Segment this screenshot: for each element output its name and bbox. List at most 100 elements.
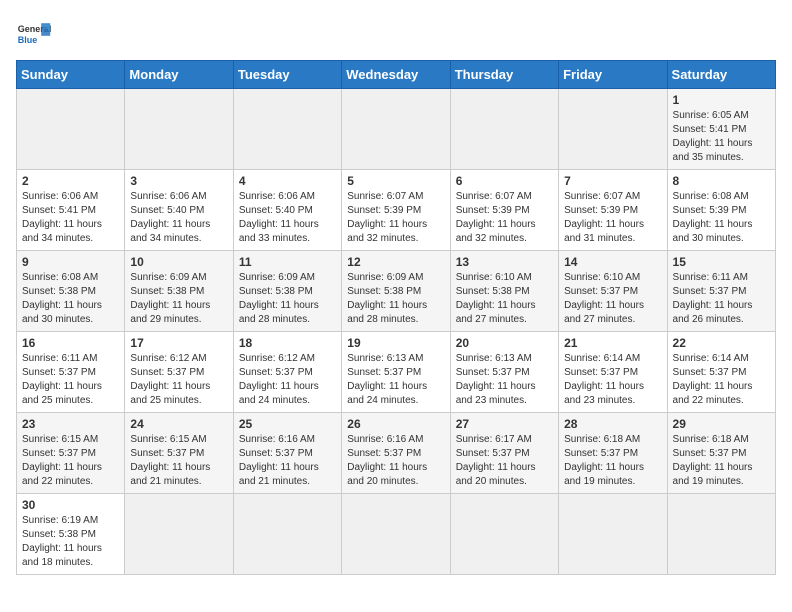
svg-text:Blue: Blue [18,35,38,45]
day-number: 15 [673,255,770,269]
calendar-header-row: SundayMondayTuesdayWednesdayThursdayFrid… [17,61,776,89]
calendar-cell [233,494,341,575]
day-info: Sunrise: 6:06 AM Sunset: 5:40 PM Dayligh… [239,190,336,246]
col-header-friday: Friday [559,61,667,89]
logo-icon: General Blue [16,16,52,52]
day-info: Sunrise: 6:12 AM Sunset: 5:37 PM Dayligh… [239,352,336,408]
day-info: Sunrise: 6:18 AM Sunset: 5:37 PM Dayligh… [673,433,770,489]
day-info: Sunrise: 6:12 AM Sunset: 5:37 PM Dayligh… [130,352,227,408]
calendar-table: SundayMondayTuesdayWednesdayThursdayFrid… [16,60,776,575]
day-info: Sunrise: 6:16 AM Sunset: 5:37 PM Dayligh… [239,433,336,489]
calendar-cell [450,89,558,170]
day-number: 29 [673,417,770,431]
calendar-cell: 9Sunrise: 6:08 AM Sunset: 5:38 PM Daylig… [17,251,125,332]
calendar-cell [450,494,558,575]
calendar-cell: 4 Sunrise: 6:06 AM Sunset: 5:40 PM Daylig… [233,170,341,251]
calendar-cell [125,89,233,170]
calendar-cell: 20 Sunrise: 6:13 AM Sunset: 5:37 PM Dayli… [450,332,558,413]
day-number: 28 [564,417,661,431]
day-info: Sunrise: 6:18 AM Sunset: 5:37 PM Dayligh… [564,433,661,489]
day-info: Sunrise: 6:15 AM Sunset: 5:37 PM Dayligh… [22,433,119,489]
calendar-cell: 7Sunrise: 6:07 AM Sunset: 5:39 PM Daylig… [559,170,667,251]
day-info: Sunrise: 6:10 AM Sunset: 5:37 PM Dayligh… [564,271,661,327]
calendar-cell [559,89,667,170]
day-number: 27 [456,417,553,431]
calendar-week-3: 9Sunrise: 6:08 AM Sunset: 5:38 PM Daylig… [17,251,776,332]
day-number: 24 [130,417,227,431]
calendar-cell: 16Sunrise: 6:11 AM Sunset: 5:37 PM Dayli… [17,332,125,413]
day-info: Sunrise: 6:09 AM Sunset: 5:38 PM Dayligh… [347,271,444,327]
day-info: Sunrise: 6:09 AM Sunset: 5:38 PM Dayligh… [130,271,227,327]
day-number: 14 [564,255,661,269]
calendar-cell: 17 Sunrise: 6:12 AM Sunset: 5:37 PM Dayli… [125,332,233,413]
calendar-cell: 10Sunrise: 6:09 AM Sunset: 5:38 PM Dayli… [125,251,233,332]
day-info: Sunrise: 6:08 AM Sunset: 5:38 PM Dayligh… [22,271,119,327]
day-number: 30 [22,498,119,512]
day-info: Sunrise: 6:13 AM Sunset: 5:37 PM Dayligh… [347,352,444,408]
day-number: 3 [130,174,227,188]
calendar-cell: 2Sunrise: 6:06 AM Sunset: 5:41 PM Daylig… [17,170,125,251]
col-header-thursday: Thursday [450,61,558,89]
day-info: Sunrise: 6:07 AM Sunset: 5:39 PM Dayligh… [564,190,661,246]
calendar-cell: 18 Sunrise: 6:12 AM Sunset: 5:37 PM Dayli… [233,332,341,413]
col-header-sunday: Sunday [17,61,125,89]
calendar-cell [667,494,775,575]
calendar-cell: 28 Sunrise: 6:18 AM Sunset: 5:37 PM Dayli… [559,413,667,494]
calendar-week-4: 16Sunrise: 6:11 AM Sunset: 5:37 PM Dayli… [17,332,776,413]
calendar-cell: 1 Sunrise: 6:05 AM Sunset: 5:41 PM Daylig… [667,89,775,170]
calendar-cell: 26 Sunrise: 6:16 AM Sunset: 5:37 PM Dayli… [342,413,450,494]
calendar-cell: 27Sunrise: 6:17 AM Sunset: 5:37 PM Dayli… [450,413,558,494]
day-info: Sunrise: 6:14 AM Sunset: 5:37 PM Dayligh… [673,352,770,408]
calendar-cell: 8Sunrise: 6:08 AM Sunset: 5:39 PM Daylig… [667,170,775,251]
calendar-cell: 22Sunrise: 6:14 AM Sunset: 5:37 PM Dayli… [667,332,775,413]
calendar-cell: 12 Sunrise: 6:09 AM Sunset: 5:38 PM Dayli… [342,251,450,332]
calendar-cell: 14 Sunrise: 6:10 AM Sunset: 5:37 PM Dayli… [559,251,667,332]
day-info: Sunrise: 6:13 AM Sunset: 5:37 PM Dayligh… [456,352,553,408]
calendar-cell: 23 Sunrise: 6:15 AM Sunset: 5:37 PM Dayli… [17,413,125,494]
calendar-week-2: 2Sunrise: 6:06 AM Sunset: 5:41 PM Daylig… [17,170,776,251]
day-info: Sunrise: 6:14 AM Sunset: 5:37 PM Dayligh… [564,352,661,408]
day-number: 20 [456,336,553,350]
day-info: Sunrise: 6:11 AM Sunset: 5:37 PM Dayligh… [673,271,770,327]
calendar-cell: 6Sunrise: 6:07 AM Sunset: 5:39 PM Daylig… [450,170,558,251]
day-number: 18 [239,336,336,350]
day-number: 23 [22,417,119,431]
col-header-monday: Monday [125,61,233,89]
calendar-cell [17,89,125,170]
day-info: Sunrise: 6:09 AM Sunset: 5:38 PM Dayligh… [239,271,336,327]
day-number: 13 [456,255,553,269]
day-number: 12 [347,255,444,269]
calendar-cell: 24Sunrise: 6:15 AM Sunset: 5:37 PM Dayli… [125,413,233,494]
calendar-cell: 13 Sunrise: 6:10 AM Sunset: 5:38 PM Dayli… [450,251,558,332]
calendar-cell: 5 Sunrise: 6:07 AM Sunset: 5:39 PM Daylig… [342,170,450,251]
calendar-cell [342,494,450,575]
col-header-saturday: Saturday [667,61,775,89]
calendar-cell: 21 Sunrise: 6:14 AM Sunset: 5:37 PM Dayli… [559,332,667,413]
calendar-cell [559,494,667,575]
calendar-cell [125,494,233,575]
day-info: Sunrise: 6:07 AM Sunset: 5:39 PM Dayligh… [347,190,444,246]
calendar-cell: 30Sunrise: 6:19 AM Sunset: 5:38 PM Dayli… [17,494,125,575]
day-number: 17 [130,336,227,350]
calendar-cell [233,89,341,170]
calendar-cell: 3 Sunrise: 6:06 AM Sunset: 5:40 PM Daylig… [125,170,233,251]
calendar-week-5: 23 Sunrise: 6:15 AM Sunset: 5:37 PM Dayli… [17,413,776,494]
day-info: Sunrise: 6:06 AM Sunset: 5:40 PM Dayligh… [130,190,227,246]
calendar-cell: 15 Sunrise: 6:11 AM Sunset: 5:37 PM Dayli… [667,251,775,332]
day-number: 11 [239,255,336,269]
day-info: Sunrise: 6:16 AM Sunset: 5:37 PM Dayligh… [347,433,444,489]
day-number: 26 [347,417,444,431]
col-header-wednesday: Wednesday [342,61,450,89]
day-number: 4 [239,174,336,188]
day-number: 5 [347,174,444,188]
col-header-tuesday: Tuesday [233,61,341,89]
day-info: Sunrise: 6:05 AM Sunset: 5:41 PM Dayligh… [673,109,770,165]
day-info: Sunrise: 6:10 AM Sunset: 5:38 PM Dayligh… [456,271,553,327]
day-number: 21 [564,336,661,350]
day-info: Sunrise: 6:06 AM Sunset: 5:41 PM Dayligh… [22,190,119,246]
day-number: 1 [673,93,770,107]
calendar-week-6: 30Sunrise: 6:19 AM Sunset: 5:38 PM Dayli… [17,494,776,575]
day-info: Sunrise: 6:07 AM Sunset: 5:39 PM Dayligh… [456,190,553,246]
header: General Blue [16,16,776,52]
calendar-cell: 29 Sunrise: 6:18 AM Sunset: 5:37 PM Dayli… [667,413,775,494]
